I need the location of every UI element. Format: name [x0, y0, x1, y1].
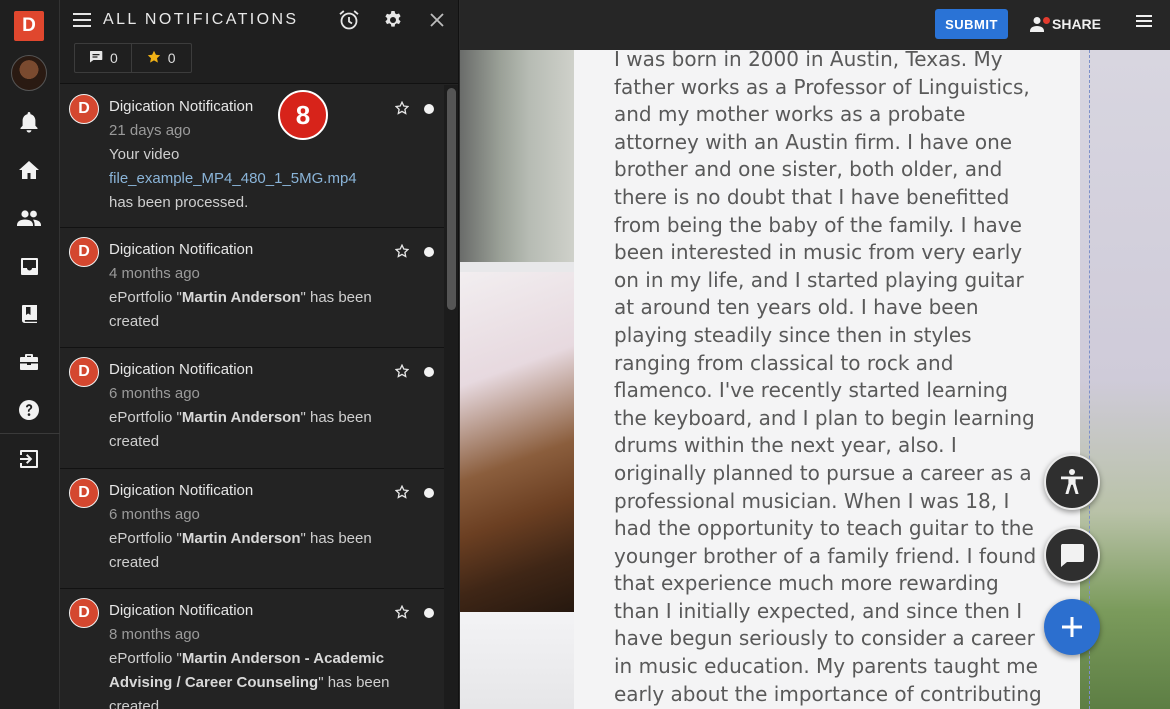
accessibility-icon: [1061, 469, 1083, 494]
chat-icon: [1060, 544, 1084, 567]
book-icon[interactable]: [17, 302, 41, 326]
notification-avatar: D: [69, 357, 99, 387]
star-outline-icon[interactable]: [394, 484, 410, 499]
notification-title: Digication Notification: [109, 361, 254, 378]
notification-filters: 0 0: [74, 43, 192, 73]
submit-button[interactable]: SUBMIT: [935, 9, 1008, 39]
digication-logo[interactable]: D: [14, 11, 44, 41]
notification-item[interactable]: D Digication Notification 8 months ago e…: [60, 589, 444, 709]
starred-filter[interactable]: 0: [130, 44, 191, 72]
comments-filter[interactable]: 0: [75, 44, 131, 72]
hamburger-menu-icon[interactable]: [70, 8, 94, 32]
essay-text: I was born in 2000 in Austin, Texas. My …: [614, 50, 1042, 706]
notification-avatar: D: [69, 237, 99, 267]
notification-time: 8 months ago: [109, 626, 200, 643]
star-outline-icon[interactable]: [394, 100, 410, 115]
share-label: SHARE: [1052, 16, 1102, 32]
photo-window: [460, 612, 574, 709]
notification-title: Digication Notification: [109, 482, 254, 499]
notification-title: Digication Notification: [109, 241, 254, 258]
inbox-icon[interactable]: [17, 254, 41, 278]
text-prefix: ePortfolio ": [109, 409, 182, 426]
briefcase-icon[interactable]: [17, 350, 41, 374]
portfolio-canvas: I was born in 2000 in Austin, Texas. My …: [460, 50, 1170, 709]
notification-item[interactable]: D Digication Notification 21 days ago Yo…: [60, 85, 444, 228]
rail-divider: [0, 433, 60, 434]
accessibility-button[interactable]: [1044, 454, 1100, 510]
notification-text: ePortfolio "Martin Anderson" has been cr…: [109, 527, 409, 575]
add-button[interactable]: [1044, 599, 1100, 655]
comment-icon: [89, 50, 103, 66]
notification-item[interactable]: D Digication Notification 6 months ago e…: [60, 469, 444, 589]
notification-time: 6 months ago: [109, 385, 200, 402]
share-notification-dot: [1043, 17, 1050, 24]
user-avatar[interactable]: [11, 55, 47, 91]
notification-time: 4 months ago: [109, 265, 200, 282]
scrollbar-thumb[interactable]: [447, 88, 456, 310]
notification-file-link[interactable]: file_example_MP4_480_1_5MG.mp4: [109, 167, 409, 191]
bell-icon[interactable]: [17, 110, 41, 134]
notification-item[interactable]: D Digication Notification 4 months ago e…: [60, 228, 444, 348]
notification-title: Digication Notification: [109, 98, 254, 115]
notification-avatar: D: [69, 598, 99, 628]
top-bar: SUBMIT SHARE: [460, 0, 1170, 50]
text-prefix: ePortfolio ": [109, 650, 182, 667]
portfolio-name: Martin Anderson: [181, 530, 301, 547]
portfolio-name: Martin Anderson: [181, 289, 301, 306]
notification-text: has been processed.: [109, 194, 249, 211]
people-icon[interactable]: [17, 206, 41, 230]
unread-dot[interactable]: [424, 608, 434, 618]
star-outline-icon[interactable]: [394, 604, 410, 619]
exit-icon[interactable]: [17, 447, 41, 471]
chat-button[interactable]: [1044, 527, 1100, 583]
photo-gap: [460, 262, 574, 272]
person-icon: [1030, 16, 1050, 32]
star-outline-icon[interactable]: [394, 363, 410, 378]
help-icon[interactable]: [17, 398, 41, 422]
notification-count-badge: 8: [278, 90, 328, 140]
notification-item[interactable]: D Digication Notification 6 months ago e…: [60, 348, 444, 469]
close-icon[interactable]: [425, 8, 449, 32]
notification-avatar: D: [69, 94, 99, 124]
unread-dot[interactable]: [424, 247, 434, 257]
notification-time: 6 months ago: [109, 506, 200, 523]
essay-section: I was born in 2000 in Austin, Texas. My …: [574, 50, 1080, 709]
home-icon[interactable]: [17, 158, 41, 182]
gear-icon[interactable]: [381, 8, 405, 32]
panel-scrollbar[interactable]: [444, 85, 458, 709]
notification-text: ePortfolio "Martin Anderson - Academic A…: [109, 647, 409, 709]
notification-title: Digication Notification: [109, 602, 254, 619]
star-filled-icon: [147, 50, 161, 67]
alarm-clock-icon[interactable]: [337, 8, 361, 32]
notification-text: Your video: [109, 146, 180, 163]
starred-count: 0: [167, 50, 176, 66]
share-button[interactable]: SHARE: [1030, 12, 1101, 36]
portfolio-name: Martin Anderson: [181, 409, 301, 426]
unread-dot[interactable]: [424, 488, 434, 498]
notification-avatar: D: [69, 478, 99, 508]
notification-list: D Digication Notification 21 days ago Yo…: [60, 85, 444, 709]
text-prefix: ePortfolio ": [109, 530, 182, 547]
notification-time: 21 days ago: [109, 122, 191, 139]
notification-text: ePortfolio "Martin Anderson" has been cr…: [109, 406, 409, 454]
photo-wall-corner: [460, 50, 574, 262]
panel-header: ALL NOTIFICATIONS 0 0: [60, 0, 458, 84]
star-outline-icon[interactable]: [394, 243, 410, 258]
text-prefix: ePortfolio ": [109, 289, 182, 306]
notification-text: ePortfolio "Martin Anderson" has been cr…: [109, 286, 409, 334]
main-menu-icon[interactable]: [1136, 13, 1158, 35]
unread-dot[interactable]: [424, 367, 434, 377]
unread-dot[interactable]: [424, 104, 434, 114]
notifications-panel: ALL NOTIFICATIONS 0 0 D Digication Notif…: [60, 0, 459, 709]
plus-icon: [1062, 617, 1082, 637]
left-rail: D: [0, 0, 60, 709]
comments-count: 0: [110, 50, 118, 66]
photo-guitar: [460, 272, 574, 612]
panel-title: ALL NOTIFICATIONS: [103, 11, 299, 28]
